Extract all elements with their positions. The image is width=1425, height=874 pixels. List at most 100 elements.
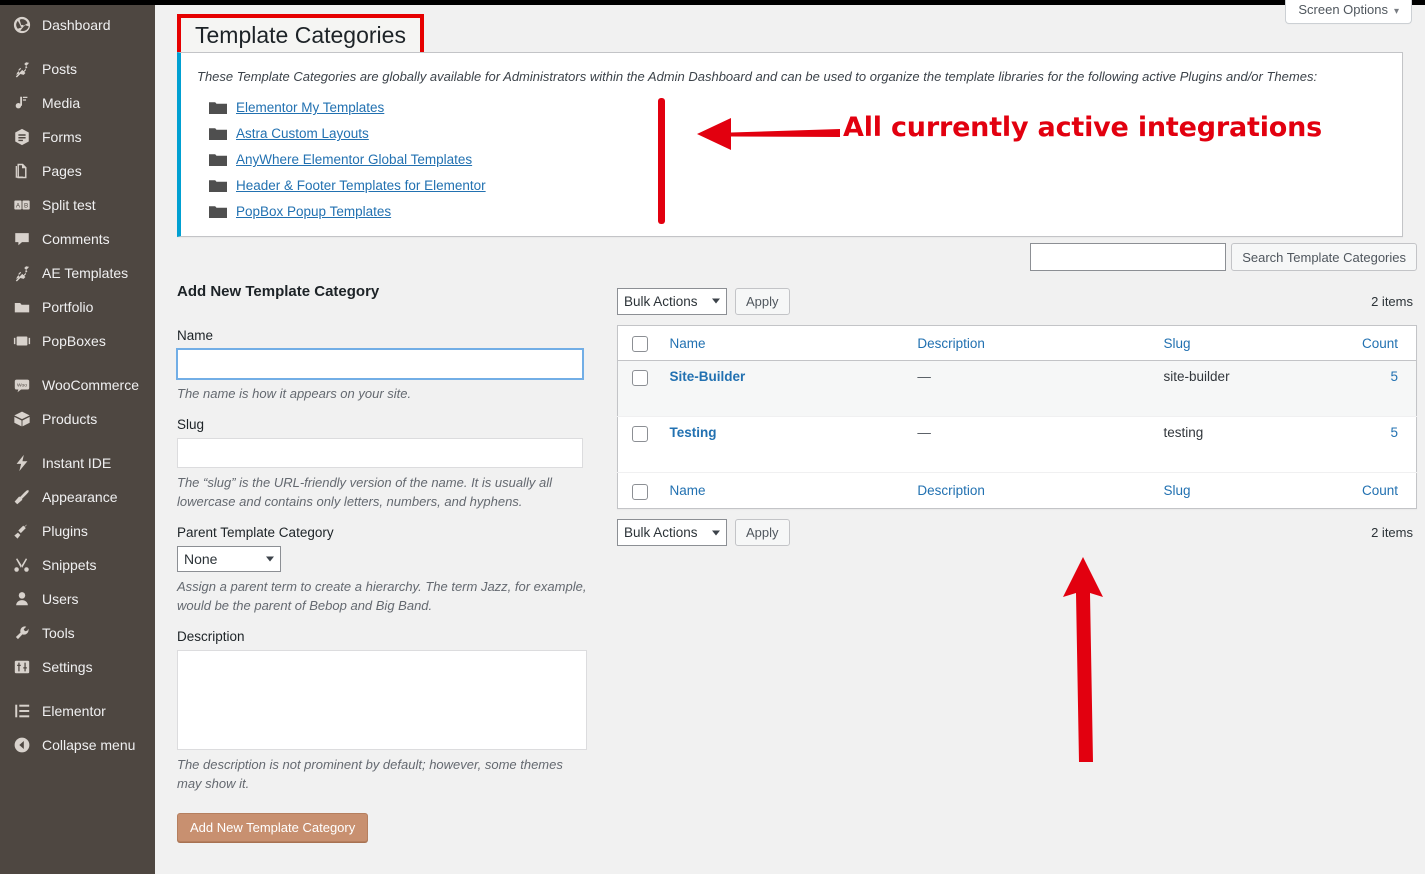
sidebar-item-label: Posts (42, 61, 78, 77)
row-count-link[interactable]: 5 (1390, 425, 1398, 440)
column-header-name[interactable]: Name (659, 326, 907, 361)
description-textarea[interactable] (177, 649, 587, 750)
column-footer-count[interactable]: Count (1352, 473, 1417, 508)
row-checkbox[interactable] (632, 425, 648, 442)
bulk-actions-wrap-bottom: Bulk Actions (617, 519, 727, 547)
row-count-cell: 5 (1352, 361, 1417, 417)
sidebar-item-elementor[interactable]: Elementor (0, 694, 155, 728)
forms-icon (12, 127, 32, 147)
table-body: Site-Builder — site-builder 5 Testing — … (617, 360, 1417, 473)
name-input[interactable] (177, 349, 583, 379)
terms-table: Name Description Slug Count Site-Builder… (617, 325, 1417, 509)
apply-button-top[interactable]: Apply (735, 287, 790, 315)
screen-options-tab[interactable]: Screen Options ▾ (1285, 0, 1412, 25)
admin-sidebar: Dashboard Posts Media Forms Pages AB Spl… (0, 5, 155, 874)
integration-link[interactable]: Elementor My Templates (236, 100, 384, 115)
list-item[interactable]: Header & Footer Templates for Elementor (209, 173, 1402, 199)
table-row[interactable]: Testing — testing 5 (617, 417, 1417, 473)
column-header-description[interactable]: Description (907, 326, 1153, 361)
sidebar-item-products[interactable]: Products (0, 402, 155, 436)
parent-select[interactable]: None (177, 545, 281, 572)
terms-list-panel: Search Template Categories Bulk Actions … (617, 243, 1417, 557)
bulk-actions-select-top[interactable]: Bulk Actions (617, 287, 727, 315)
sidebar-divider (0, 684, 155, 694)
search-input[interactable] (1030, 243, 1227, 271)
sidebar-divider (0, 358, 155, 368)
parent-help: Assign a parent term to create a hierarc… (177, 578, 587, 614)
sidebar-item-label: Appearance (42, 489, 118, 505)
sidebar-item-appearance[interactable]: Appearance (0, 480, 155, 514)
row-description-cell: — (917, 369, 931, 385)
sidebar-item-label: Tools (42, 625, 75, 641)
search-submit-button[interactable]: Search Template Categories (1231, 243, 1417, 271)
portfolio-icon (12, 297, 32, 317)
pages-icon (12, 161, 32, 181)
column-footer-description[interactable]: Description (907, 473, 1153, 508)
sidebar-item-comments[interactable]: Comments (0, 222, 155, 256)
column-header-slug[interactable]: Slug (1154, 326, 1352, 361)
sidebar-item-label: Media (42, 95, 81, 111)
name-help: The name is how it appears on your site. (177, 386, 412, 401)
apply-button-bottom[interactable]: Apply (735, 519, 790, 547)
slug-field-group: Slug The “slug” is the URL-friendly vers… (177, 407, 597, 512)
sidebar-item-snippets[interactable]: Snippets (0, 548, 155, 582)
integration-link[interactable]: Header & Footer Templates for Elementor (236, 178, 486, 193)
sidebar-item-woocommerce[interactable]: Woo WooCommerce (0, 368, 155, 402)
sidebar-item-split-test[interactable]: AB Split test (0, 188, 155, 222)
row-checkbox[interactable] (632, 369, 648, 386)
plugins-icon (12, 521, 32, 541)
sidebar-item-plugins[interactable]: Plugins (0, 514, 155, 548)
sidebar-item-ae-templates[interactable]: AE Templates (0, 256, 155, 290)
integration-link[interactable]: Astra Custom Layouts (236, 126, 369, 141)
popbox-icon (12, 331, 32, 351)
description-field-group: Description The description is not promi… (177, 619, 597, 794)
sidebar-item-popboxes[interactable]: PopBoxes (0, 324, 155, 358)
sidebar-item-label: Collapse menu (42, 737, 136, 753)
form-heading: Add New Template Category (177, 283, 380, 300)
integration-link[interactable]: PopBox Popup Templates (236, 204, 391, 219)
parent-field-group: Parent Template Category None Assign a p… (177, 515, 597, 616)
sidebar-item-collapse-menu[interactable]: Collapse menu (0, 728, 155, 762)
split-test-icon: AB (12, 195, 32, 215)
sidebar-divider (0, 436, 155, 446)
column-header-count[interactable]: Count (1352, 326, 1417, 361)
select-all-checkbox[interactable] (632, 336, 648, 353)
sidebar-item-label: Pages (42, 163, 82, 179)
sidebar-item-tools[interactable]: Tools (0, 616, 155, 650)
scissors-icon (12, 555, 32, 575)
integration-link[interactable]: AnyWhere Elementor Global Templates (236, 152, 472, 167)
row-slug-cell: testing (1163, 425, 1204, 441)
table-row[interactable]: Site-Builder — site-builder 5 (617, 360, 1417, 417)
row-count-cell: 5 (1352, 417, 1417, 473)
sidebar-item-label: PopBoxes (42, 333, 106, 349)
column-footer-name[interactable]: Name (659, 473, 907, 508)
sidebar-item-instant-ide[interactable]: Instant IDE (0, 446, 155, 480)
row-count-link[interactable]: 5 (1390, 369, 1398, 384)
folder-icon (209, 153, 227, 167)
sidebar-item-label: Settings (42, 659, 93, 675)
sidebar-item-forms[interactable]: Forms (0, 120, 155, 154)
folder-icon (209, 205, 227, 219)
settings-icon (12, 657, 32, 677)
sidebar-item-dashboard[interactable]: Dashboard (0, 8, 155, 42)
folder-icon (209, 127, 227, 141)
add-new-template-category-button[interactable]: Add New Template Category (177, 812, 369, 842)
row-name-link[interactable]: Site-Builder (669, 369, 745, 384)
bulk-actions-select-bottom[interactable]: Bulk Actions (617, 519, 727, 547)
sidebar-item-posts[interactable]: Posts (0, 52, 155, 86)
list-item[interactable]: PopBox Popup Templates (209, 199, 1402, 225)
sidebar-item-users[interactable]: Users (0, 582, 155, 616)
select-all-checkbox-footer[interactable] (632, 483, 648, 500)
row-name-link[interactable]: Testing (669, 425, 716, 440)
media-icon (12, 93, 32, 113)
page-title: Template Categories (195, 22, 406, 48)
sidebar-item-settings[interactable]: Settings (0, 650, 155, 684)
sidebar-item-media[interactable]: Media (0, 86, 155, 120)
slug-input[interactable] (177, 437, 583, 468)
table-head: Name Description Slug Count (617, 326, 1417, 361)
screen-options-label: Screen Options (1298, 2, 1388, 17)
folder-icon (209, 179, 227, 193)
sidebar-item-pages[interactable]: Pages (0, 154, 155, 188)
sidebar-item-portfolio[interactable]: Portfolio (0, 290, 155, 324)
column-footer-slug[interactable]: Slug (1154, 473, 1352, 508)
